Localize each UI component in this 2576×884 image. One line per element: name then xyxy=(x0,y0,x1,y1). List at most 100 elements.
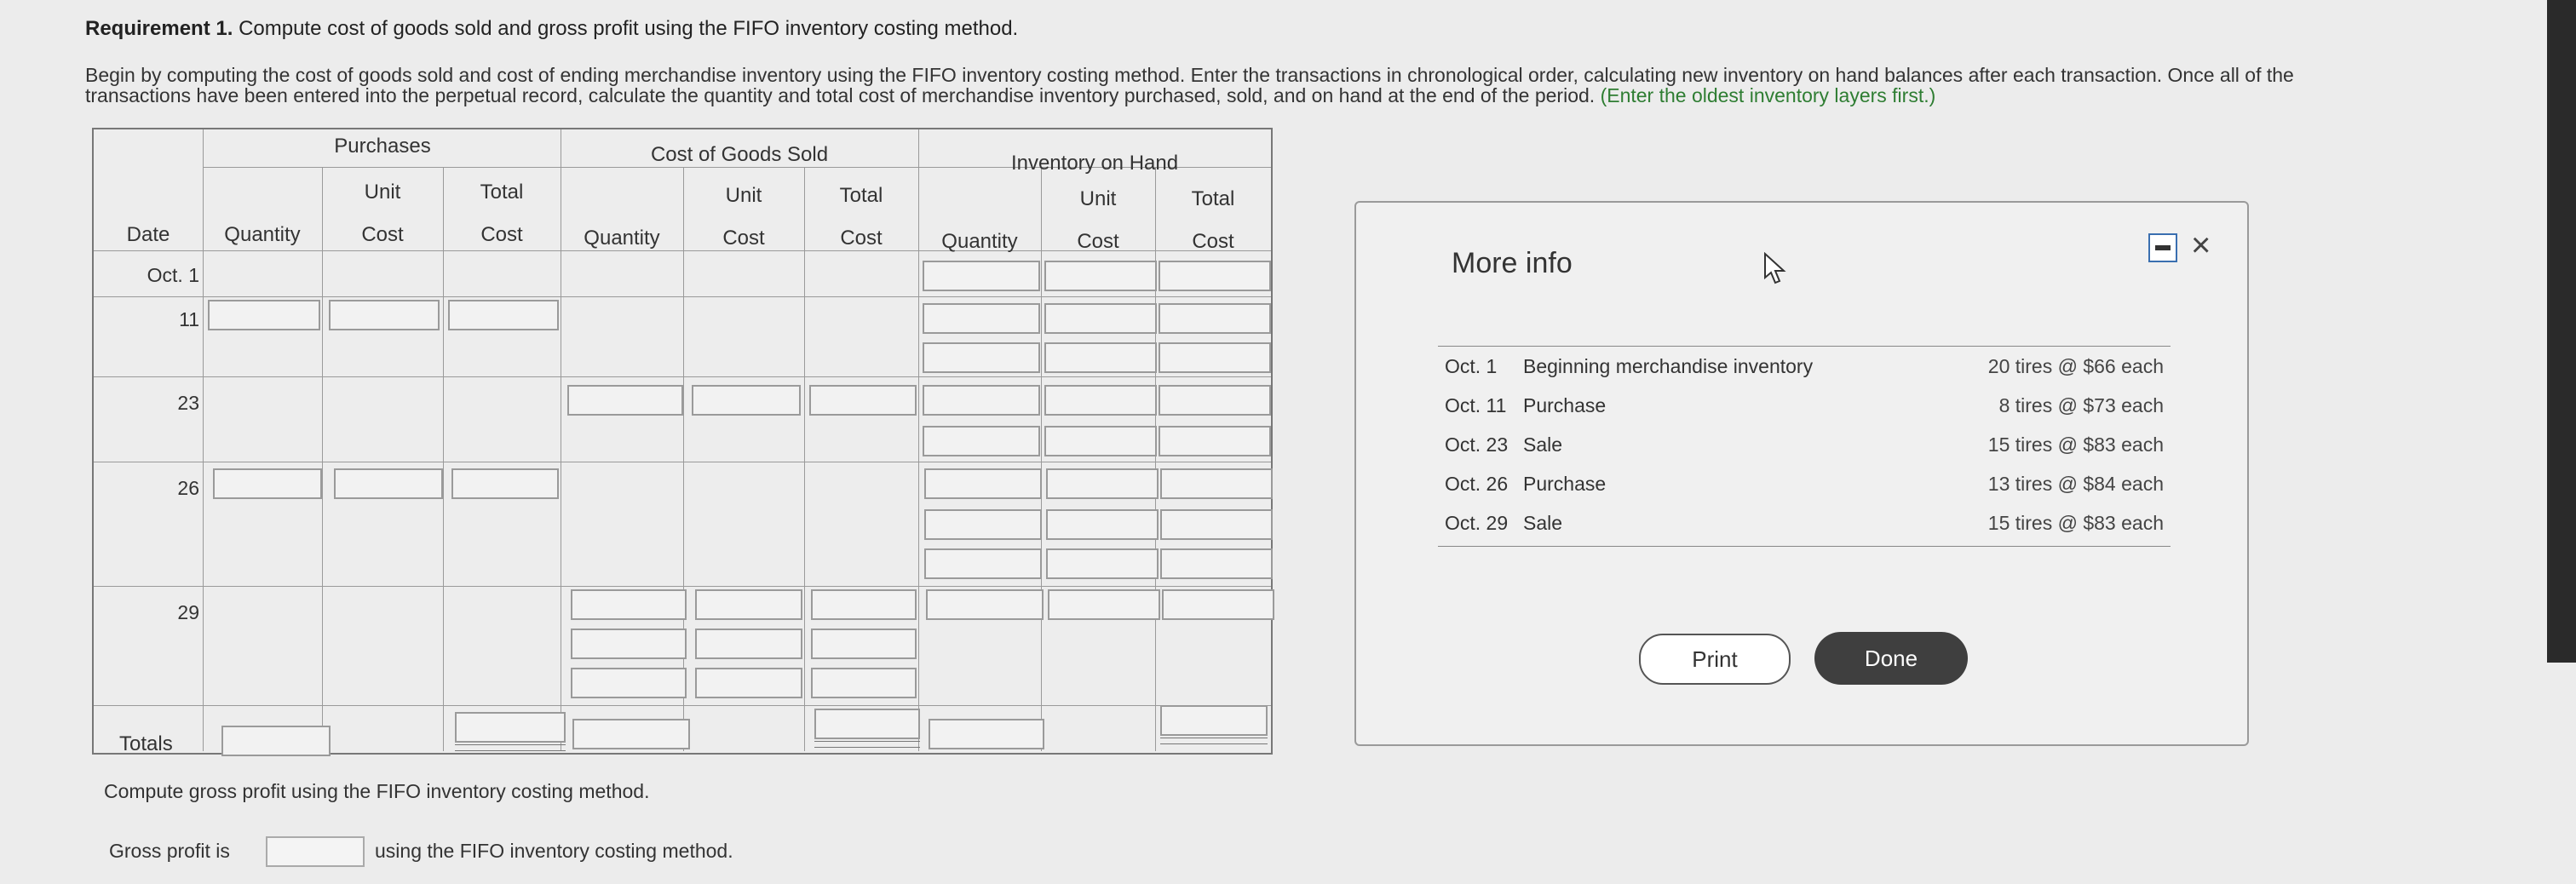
input-oct26-purchase-unit-cost[interactable] xyxy=(334,468,443,499)
input-oct29-inv-quantity[interactable] xyxy=(926,589,1044,620)
input-oct1-inv-unit-cost[interactable] xyxy=(1044,261,1157,291)
info-row: Oct. 1 Beginning merchandise inventory 2… xyxy=(1438,347,2171,386)
grid-line xyxy=(1041,167,1042,751)
input-oct26-purchase-quantity[interactable] xyxy=(213,468,322,499)
double-underline xyxy=(814,741,920,748)
header-purchases-total: Total xyxy=(480,181,524,204)
gross-profit-suffix: using the FIFO inventory costing method. xyxy=(375,840,733,862)
input-oct23-cogs-total-cost[interactable] xyxy=(809,385,917,416)
window-scrollbar[interactable] xyxy=(2547,0,2576,663)
grid-line xyxy=(322,167,323,751)
header-cogs-total: Total xyxy=(839,184,883,207)
input-oct29-inv-unit-cost[interactable] xyxy=(1048,589,1160,620)
input-oct11-inv-unit-cost-1[interactable] xyxy=(1044,303,1157,334)
cursor-icon xyxy=(1764,252,1786,284)
input-oct23-inv-total-cost-1[interactable] xyxy=(1159,385,1271,416)
info-event: Sale xyxy=(1523,512,1563,534)
info-row: Oct. 29 Sale 15 tires @ $83 each xyxy=(1438,503,2171,542)
header-purchases-quantity: Quantity xyxy=(224,223,301,246)
header-date: Date xyxy=(126,223,170,246)
input-oct23-inv-unit-cost-2[interactable] xyxy=(1044,426,1157,456)
input-oct29-cogs-total-cost-1[interactable] xyxy=(811,589,917,620)
input-oct26-inv-quantity-1[interactable] xyxy=(924,468,1042,499)
input-oct1-inv-quantity[interactable] xyxy=(923,261,1040,291)
header-purchases-unit: Unit xyxy=(364,181,401,204)
input-total-inv-cost[interactable] xyxy=(1160,705,1268,736)
header-purchases-total-cost: Cost xyxy=(480,223,523,246)
info-date: Oct. 29 xyxy=(1445,512,1509,534)
input-oct26-inv-total-cost-3[interactable] xyxy=(1160,548,1273,579)
input-oct29-cogs-quantity-2[interactable] xyxy=(571,629,687,659)
input-oct11-inv-total-cost-1[interactable] xyxy=(1159,303,1271,334)
info-row: Oct. 26 Purchase 13 tires @ $84 each xyxy=(1438,464,2171,503)
input-oct26-inv-unit-cost-3[interactable] xyxy=(1046,548,1159,579)
info-event: Beginning merchandise inventory xyxy=(1523,355,1814,377)
input-oct26-inv-unit-cost-1[interactable] xyxy=(1046,468,1159,499)
input-oct29-cogs-quantity-1[interactable] xyxy=(571,589,687,620)
input-oct11-inv-quantity-2[interactable] xyxy=(923,342,1040,373)
input-oct11-inv-unit-cost-2[interactable] xyxy=(1044,342,1157,373)
gross-profit-input[interactable] xyxy=(266,836,365,867)
grid-line xyxy=(683,167,684,751)
print-button[interactable]: Print xyxy=(1639,634,1791,685)
requirement-label: Requirement 1. xyxy=(85,17,233,40)
input-oct26-inv-total-cost-1[interactable] xyxy=(1160,468,1273,499)
input-oct11-purchase-quantity[interactable] xyxy=(208,300,320,330)
input-oct26-inv-unit-cost-2[interactable] xyxy=(1046,509,1159,540)
input-oct29-cogs-total-cost-2[interactable] xyxy=(811,629,917,659)
input-total-cogs-quantity[interactable] xyxy=(572,719,690,749)
input-total-inv-quantity[interactable] xyxy=(929,719,1044,749)
instructions-hint: (Enter the oldest inventory layers first… xyxy=(1600,84,1936,106)
input-oct23-inv-quantity-2[interactable] xyxy=(923,426,1040,456)
requirement-text: Compute cost of goods sold and gross pro… xyxy=(239,17,1019,40)
info-date: Oct. 26 xyxy=(1445,473,1509,495)
input-oct26-inv-total-cost-2[interactable] xyxy=(1160,509,1273,540)
date-oct-23: 23 xyxy=(177,392,199,414)
header-cogs-total-cost: Cost xyxy=(840,227,883,250)
input-oct26-purchase-total-cost[interactable] xyxy=(451,468,559,499)
info-date: Oct. 23 xyxy=(1445,433,1509,456)
instructions-line-1: Begin by computing the cost of goods sol… xyxy=(85,64,2294,86)
date-oct-29: 29 xyxy=(177,601,199,623)
header-inventory-total: Total xyxy=(1191,187,1235,210)
info-event: Purchase xyxy=(1523,394,1607,416)
grid-line xyxy=(918,129,919,751)
minimize-icon[interactable] xyxy=(2148,233,2177,262)
header-inventory-total-cost: Cost xyxy=(1192,230,1234,253)
info-amount: 15 tires @ $83 each xyxy=(1987,512,2164,534)
input-oct23-cogs-unit-cost[interactable] xyxy=(692,385,801,416)
input-oct23-inv-unit-cost-1[interactable] xyxy=(1044,385,1157,416)
info-row: Oct. 23 Sale 15 tires @ $83 each xyxy=(1438,425,2171,464)
input-oct29-cogs-quantity-3[interactable] xyxy=(571,668,687,698)
input-oct29-cogs-unit-cost-3[interactable] xyxy=(695,668,802,698)
input-oct11-purchase-total-cost[interactable] xyxy=(448,300,559,330)
input-oct23-cogs-quantity[interactable] xyxy=(567,385,683,416)
requirement-heading: Requirement 1. Compute cost of goods sol… xyxy=(85,17,1018,41)
date-oct-11: 11 xyxy=(179,308,199,330)
input-oct29-cogs-total-cost-3[interactable] xyxy=(811,668,917,698)
done-button[interactable]: Done xyxy=(1814,632,1968,685)
input-total-purchases-cost[interactable] xyxy=(455,712,566,743)
close-icon[interactable]: × xyxy=(2191,228,2211,262)
input-oct1-inv-total-cost[interactable] xyxy=(1159,261,1271,291)
input-oct23-inv-total-cost-2[interactable] xyxy=(1159,426,1271,456)
input-oct23-inv-quantity-1[interactable] xyxy=(923,385,1040,416)
header-inventory-unit: Unit xyxy=(1079,187,1117,210)
double-underline xyxy=(455,744,566,751)
input-oct29-inv-total-cost[interactable] xyxy=(1162,589,1274,620)
input-oct29-cogs-unit-cost-2[interactable] xyxy=(695,629,802,659)
grid-line xyxy=(94,376,1271,377)
input-total-cogs-cost[interactable] xyxy=(814,709,920,739)
header-cogs-unit: Unit xyxy=(725,184,762,207)
gross-profit-label: Gross profit is xyxy=(109,840,230,862)
input-total-purchases-quantity[interactable] xyxy=(221,726,331,756)
info-amount: 8 tires @ $73 each xyxy=(1998,394,2164,416)
header-cost-of-goods-sold: Cost of Goods Sold xyxy=(650,143,829,166)
header-inventory-quantity: Quantity xyxy=(941,230,1018,253)
input-oct26-inv-quantity-3[interactable] xyxy=(924,548,1042,579)
input-oct26-inv-quantity-2[interactable] xyxy=(924,509,1042,540)
input-oct29-cogs-unit-cost-1[interactable] xyxy=(695,589,802,620)
input-oct11-inv-quantity-1[interactable] xyxy=(923,303,1040,334)
input-oct11-inv-total-cost-2[interactable] xyxy=(1159,342,1271,373)
input-oct11-purchase-unit-cost[interactable] xyxy=(329,300,440,330)
